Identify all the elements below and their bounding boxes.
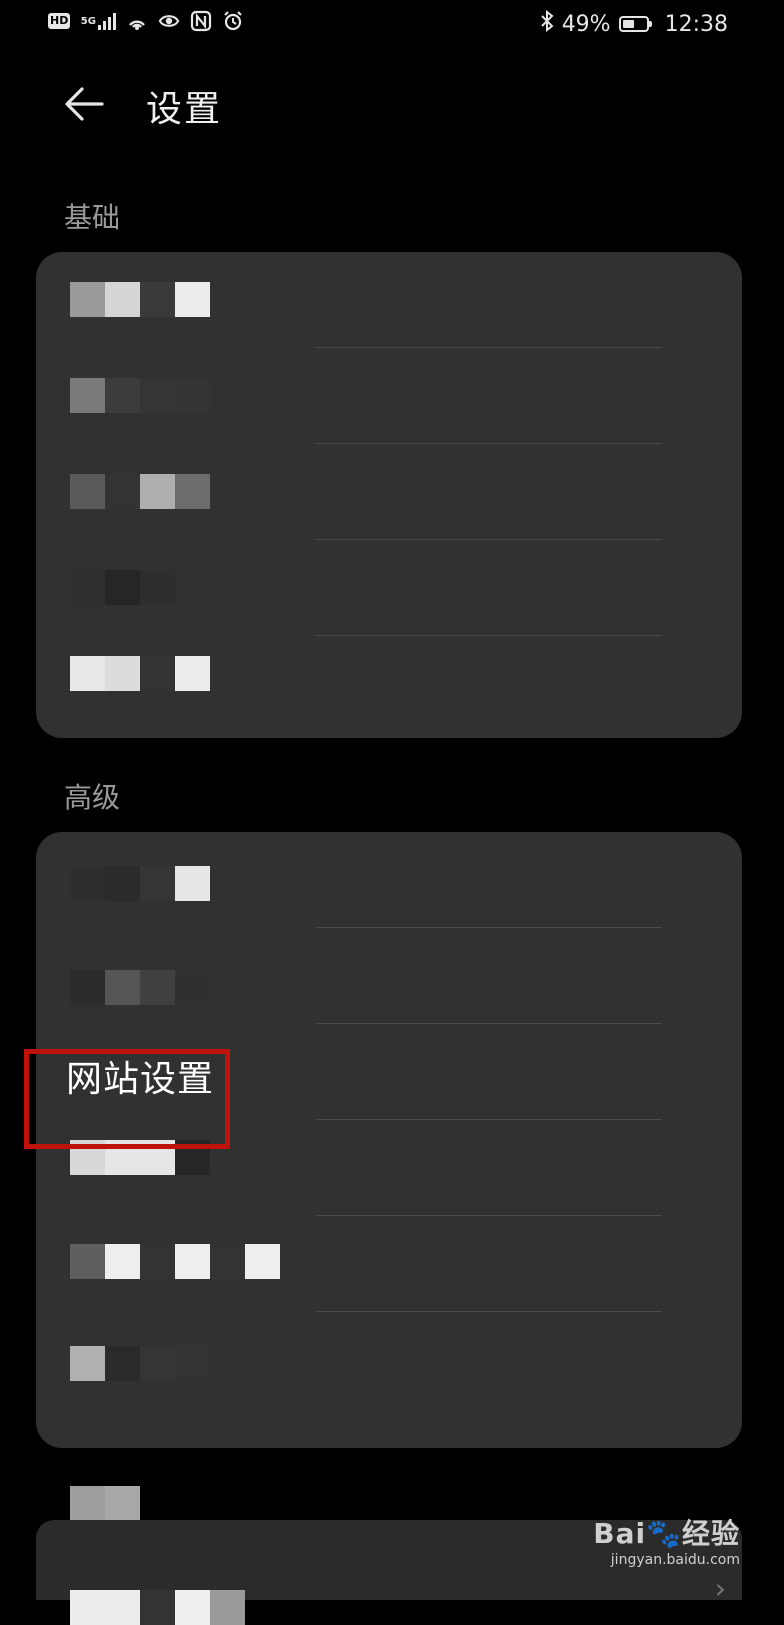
pixelated-label xyxy=(70,970,210,1005)
advanced-row-1[interactable] xyxy=(36,832,742,928)
back-arrow-icon xyxy=(65,87,104,121)
pixelated-label xyxy=(70,1140,210,1175)
advanced-row-5[interactable] xyxy=(36,1216,742,1312)
battery-percent: 49% xyxy=(561,11,611,37)
pixelated-label xyxy=(70,866,210,901)
watermark-brand: Bai🐾经验 xyxy=(593,1517,740,1550)
5g-signal-icon: 5G xyxy=(80,10,116,32)
nfc-icon xyxy=(190,10,212,32)
chevron-right-icon: › xyxy=(714,1572,726,1605)
pixelated-label xyxy=(70,570,210,605)
basic-row-3[interactable] xyxy=(36,444,742,540)
hotspot-icon xyxy=(126,10,148,32)
watermark: Bai🐾经验 jingyan.baidu.com xyxy=(593,1512,740,1568)
clock: 12:38 xyxy=(664,11,728,37)
basic-row-2[interactable] xyxy=(36,348,742,444)
advanced-row-6[interactable] xyxy=(36,1312,742,1408)
pixelated-label xyxy=(70,1244,280,1279)
pixelated-label xyxy=(70,378,210,413)
pixelated-label xyxy=(70,1590,245,1625)
page-title: 设置 xyxy=(146,89,223,130)
app-header: 设置 xyxy=(0,70,784,140)
basic-row-1[interactable] xyxy=(36,252,742,348)
pixelated-label xyxy=(70,656,210,691)
pixelated-label xyxy=(70,1346,210,1381)
basic-row-4[interactable] xyxy=(36,540,742,636)
pixelated-label xyxy=(70,474,210,509)
pixelated-label xyxy=(70,1486,140,1521)
basic-row-5[interactable] xyxy=(36,636,742,732)
site-settings-label: 网站设置 xyxy=(66,1059,215,1100)
status-bar: HD 5G 49% 12:38 xyxy=(0,0,784,48)
bluetooth-icon xyxy=(540,9,554,38)
back-button[interactable] xyxy=(62,84,110,128)
status-right: 49% 12:38 xyxy=(540,9,728,38)
hd-icon: HD xyxy=(48,13,71,29)
alarm-icon xyxy=(222,10,244,32)
watermark-url: jingyan.baidu.com xyxy=(610,1552,740,1568)
status-left-icons: HD 5G xyxy=(48,10,244,32)
battery-icon xyxy=(618,16,652,32)
site-settings-item[interactable]: 网站设置 xyxy=(36,1024,742,1120)
advanced-settings-card: 网站设置 xyxy=(36,832,742,1448)
net-type-label: 5G xyxy=(80,15,96,27)
eye-comfort-icon xyxy=(158,10,180,32)
basic-settings-card xyxy=(36,252,742,738)
advanced-row-4[interactable] xyxy=(36,1120,742,1216)
section-label-basic: 基础 xyxy=(64,201,121,234)
section-label-advanced: 高级 xyxy=(64,781,121,814)
pixelated-label xyxy=(70,282,210,317)
advanced-row-2[interactable] xyxy=(36,928,742,1024)
